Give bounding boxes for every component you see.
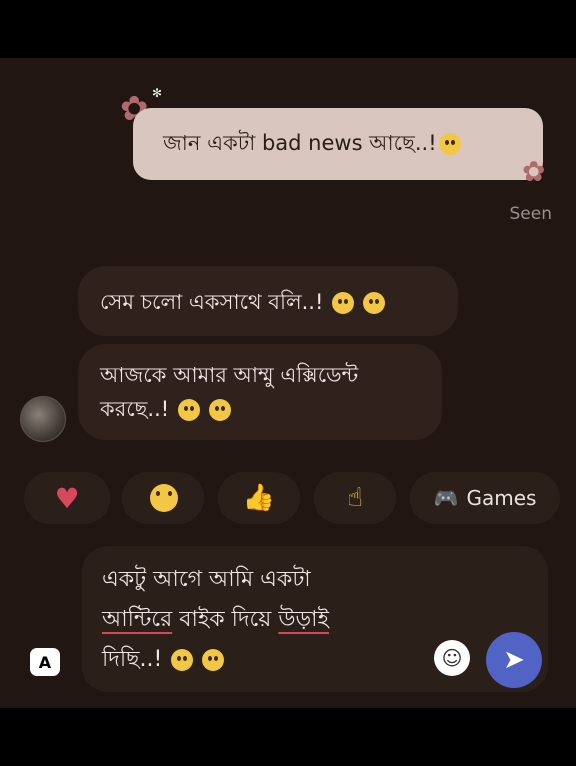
send-icon: ➤ bbox=[503, 645, 525, 675]
crying-face-emoji-icon bbox=[208, 399, 231, 421]
outgoing-message-text: জান একটা bad news আছে..! bbox=[163, 130, 437, 155]
incoming-message-text-line2: করছে..! bbox=[100, 397, 170, 421]
incoming-message-bubble[interactable]: আজকে আমার আম্মু এক্সিডেন্ট করছে..! bbox=[78, 344, 442, 440]
smiling-tear-emoji-icon bbox=[438, 133, 461, 155]
incoming-message-bubble[interactable]: সেম চলো একসাথে বলি..! bbox=[78, 266, 458, 336]
gamepad-icon: 🎮 bbox=[433, 486, 459, 510]
avatar[interactable] bbox=[20, 396, 66, 442]
heart-icon: ♥ bbox=[54, 481, 80, 515]
sparkle-icon: ✻ bbox=[152, 86, 163, 100]
flower-decoration-icon: ✿ bbox=[522, 155, 546, 188]
thumbs-up-icon: 👍 bbox=[242, 483, 276, 513]
composer-word-underlined: আন্টিরে bbox=[102, 607, 173, 632]
heart-reaction-button[interactable]: ♥ bbox=[24, 472, 110, 524]
outgoing-message-bubble[interactable]: জান একটা bad news আছে..! bbox=[133, 108, 543, 180]
incoming-message-text-line1: আজকে আমার আম্মু এক্সিডেন্ট bbox=[100, 363, 359, 387]
pleading-face-emoji-icon bbox=[202, 649, 225, 671]
message-composer[interactable]: একটু আগে আমি একটা আন্টিরে বাইক দিয়ে উড়… bbox=[82, 546, 548, 692]
incoming-message-text: সেম চলো একসাথে বলি..! bbox=[100, 290, 324, 314]
neutral-face-emoji-icon bbox=[332, 292, 355, 314]
sticker-icon[interactable]: ☺ bbox=[434, 640, 470, 676]
composer-line3: দিছি..! bbox=[102, 647, 163, 672]
keyboard-toggle-button[interactable]: A bbox=[30, 648, 60, 676]
pleading-face-emoji-icon bbox=[362, 292, 385, 314]
grimacing-emoji-icon bbox=[171, 649, 194, 671]
laugh-reaction-button[interactable] bbox=[122, 472, 204, 524]
laughing-crying-icon bbox=[150, 484, 178, 512]
composer-line1: একটু আগে আমি একটা bbox=[102, 567, 311, 592]
seen-status: Seen bbox=[509, 204, 552, 224]
pleading-face-emoji-icon bbox=[177, 399, 200, 421]
thumbs-up-reaction-button[interactable]: 👍 bbox=[218, 472, 300, 524]
games-label: Games bbox=[466, 486, 537, 510]
games-button[interactable]: 🎮 Games bbox=[410, 472, 560, 524]
composer-word-underlined: উড়াই bbox=[278, 607, 329, 632]
send-button[interactable]: ➤ bbox=[486, 632, 542, 688]
pointing-reaction-button[interactable]: ☝ bbox=[314, 472, 396, 524]
pointing-hand-icon: ☝ bbox=[347, 483, 363, 513]
composer-text: বাইক দিয়ে bbox=[172, 607, 279, 632]
quick-reactions-bar: ♥ 👍 ☝ 🎮 Games bbox=[24, 472, 576, 524]
